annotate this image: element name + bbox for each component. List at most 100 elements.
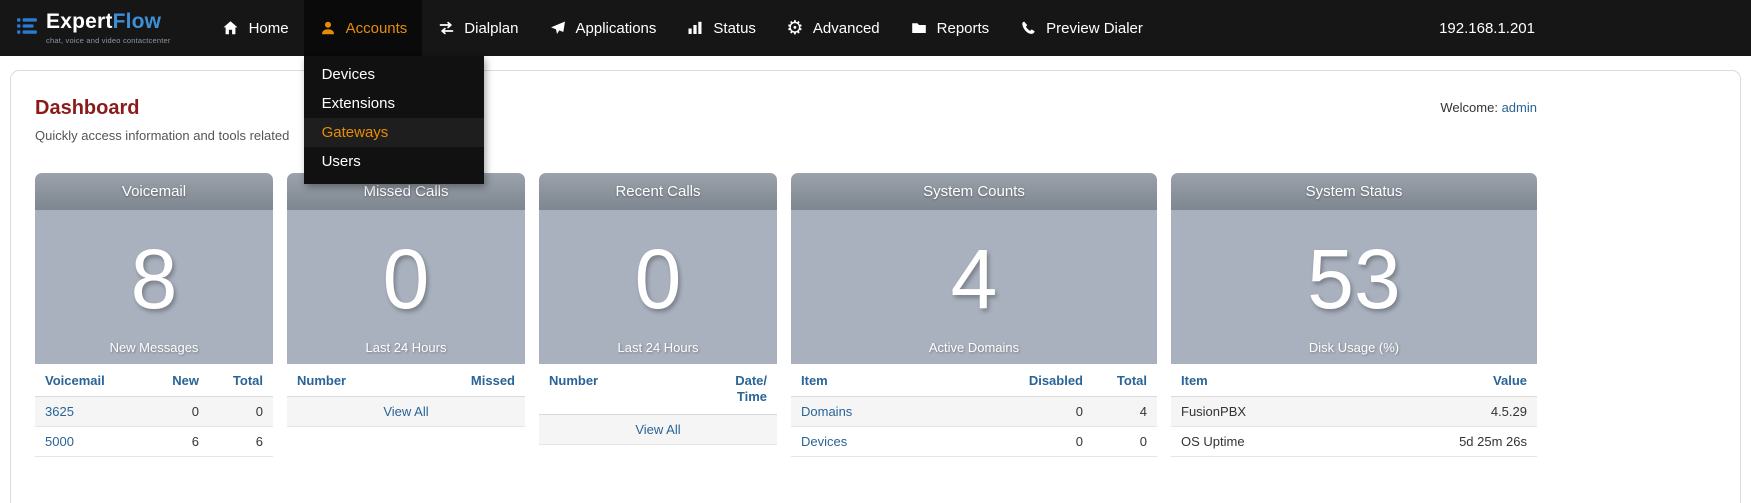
nav-item-advanced[interactable]: ⚙ Advanced [771, 0, 895, 56]
menu-item-devices[interactable]: Devices [304, 60, 484, 89]
voicemail-caption: New Messages [35, 340, 273, 355]
system-status-card-title: System Status [1171, 173, 1537, 210]
folder-icon [910, 20, 928, 36]
welcome-label: Welcome: [1440, 100, 1498, 115]
table-header-row: Voicemail New Total [35, 364, 273, 397]
page-subtitle: Quickly access information and tools rel… [35, 128, 289, 143]
voicemail-table: Voicemail New Total 3625 0 0 5000 [35, 364, 273, 457]
system-counts-caption: Active Domains [791, 340, 1157, 355]
nav-item-label: Preview Dialer [1046, 20, 1143, 37]
system-counts-card: System Counts 4 Active Domains Item Disa… [791, 173, 1157, 457]
domains-link[interactable]: Domains [801, 404, 852, 419]
nav-item-label: Reports [937, 20, 990, 37]
column-header: Missed [411, 364, 526, 397]
column-header: Value [1351, 364, 1537, 397]
system-counts-table: Item Disabled Total Domains 0 4 Devices [791, 364, 1157, 457]
view-all-row: View All [539, 414, 777, 444]
nav-item-label: Advanced [813, 20, 880, 37]
system-status-card: System Status 53 Disk Usage (%) Item Val… [1171, 173, 1537, 457]
nav-item-applications[interactable]: Applications [534, 0, 672, 56]
page-header-text: Dashboard Quickly access information and… [35, 97, 289, 143]
dashboard-cards: Voicemail 8 New Messages Voicemail New T… [35, 173, 1537, 457]
table-header-row: Item Value [1171, 364, 1537, 397]
menu-item-gateways[interactable]: Gateways [304, 118, 484, 147]
table-row: 5000 6 6 [35, 427, 273, 457]
column-header: Voicemail [35, 364, 145, 397]
recent-calls-view-all-link[interactable]: View All [635, 422, 680, 437]
page-title: Dashboard [35, 97, 289, 120]
cell: 5000 [35, 427, 145, 457]
home-icon [222, 20, 240, 36]
exchange-arrows-icon [437, 20, 455, 36]
missed-calls-caption: Last 24 Hours [287, 340, 525, 355]
nav-item-label: Home [249, 20, 289, 37]
missed-calls-card: Missed Calls 0 Last 24 Hours Number Miss… [287, 173, 525, 427]
cell: 0 [1093, 427, 1157, 457]
column-header: Item [1171, 364, 1351, 397]
nav-item-status[interactable]: Status [671, 0, 771, 56]
column-header: Number [287, 364, 411, 397]
column-header: Item [791, 364, 1019, 397]
cell: Domains [791, 397, 1019, 427]
nav-item-dialplan[interactable]: Dialplan [422, 0, 533, 56]
nav-item-accounts[interactable]: Accounts [304, 0, 423, 56]
brand-logo[interactable]: ExpertFlow chat, voice and video contact… [16, 0, 171, 56]
cell: 4.5.29 [1351, 397, 1537, 427]
menu-item-users[interactable]: Users [304, 147, 484, 176]
cell: 3625 [35, 397, 145, 427]
content-panel: Dashboard Quickly access information and… [10, 70, 1741, 503]
recent-calls-card-title: Recent Calls [539, 173, 777, 210]
table-row: Domains 0 4 [791, 397, 1157, 427]
cell: 0 [1019, 427, 1093, 457]
view-all-row: View All [287, 397, 525, 427]
brand-tagline: chat, voice and video contactcenter [46, 36, 171, 45]
top-navbar: ExpertFlow chat, voice and video contact… [0, 0, 1751, 56]
table-row: OS Uptime 5d 25m 26s [1171, 427, 1537, 457]
recent-calls-card-body: 0 Last 24 Hours [539, 210, 777, 364]
system-status-table: Item Value FusionPBX 4.5.29 OS Uptime 5d… [1171, 364, 1537, 457]
table-row: FusionPBX 4.5.29 [1171, 397, 1537, 427]
paper-plane-icon [549, 20, 567, 36]
missed-calls-card-body: 0 Last 24 Hours [287, 210, 525, 364]
missed-calls-count: 0 [383, 237, 430, 321]
column-header: Disabled [1019, 364, 1093, 397]
recent-calls-table: Number Date/Time View All [539, 364, 777, 445]
recent-calls-caption: Last 24 Hours [539, 340, 777, 355]
active-domains-count: 4 [951, 237, 998, 321]
devices-link[interactable]: Devices [801, 434, 847, 449]
missed-calls-table: Number Missed View All [287, 364, 525, 427]
voicemail-box-link[interactable]: 3625 [45, 404, 74, 419]
column-header: Total [209, 364, 273, 397]
table-row: Devices 0 0 [791, 427, 1157, 457]
menu-item-extensions[interactable]: Extensions [304, 89, 484, 118]
nav-item-preview-dialer[interactable]: Preview Dialer [1004, 0, 1158, 56]
cell: 5d 25m 26s [1351, 427, 1537, 457]
accounts-dropdown-menu: Devices Extensions Gateways Users [304, 56, 484, 184]
welcome-message: Welcome: admin [1440, 97, 1537, 115]
nav-accounts-wrap: Accounts Devices Extensions Gateways Use… [304, 0, 423, 56]
table-header-row: Number Date/Time [539, 364, 777, 414]
nav-item-label: Dialplan [464, 20, 518, 37]
table-header-row: Item Disabled Total [791, 364, 1157, 397]
nav-item-reports[interactable]: Reports [895, 0, 1005, 56]
nav-item-label: Status [713, 20, 756, 37]
cell: FusionPBX [1171, 397, 1351, 427]
disk-usage-percent: 53 [1307, 237, 1400, 321]
page-header: Dashboard Quickly access information and… [35, 97, 1537, 143]
system-counts-card-title: System Counts [791, 173, 1157, 210]
voicemail-card-body: 8 New Messages [35, 210, 273, 364]
nav-item-home[interactable]: Home [207, 0, 304, 56]
nav-item-label: Accounts [346, 20, 408, 37]
voicemail-box-link[interactable]: 5000 [45, 434, 74, 449]
column-header: Date/Time [725, 364, 777, 414]
welcome-user-link[interactable]: admin [1502, 100, 1537, 115]
brand-text: ExpertFlow chat, voice and video contact… [46, 11, 171, 44]
cell: View All [287, 397, 525, 427]
content-inner: Dashboard Quickly access information and… [35, 97, 1537, 457]
server-ip-address: 192.168.1.201 [1439, 0, 1535, 56]
cell: 6 [209, 427, 273, 457]
cell: 0 [1019, 397, 1093, 427]
system-counts-card-body: 4 Active Domains [791, 210, 1157, 364]
cell: 6 [145, 427, 209, 457]
missed-calls-view-all-link[interactable]: View All [383, 404, 428, 419]
